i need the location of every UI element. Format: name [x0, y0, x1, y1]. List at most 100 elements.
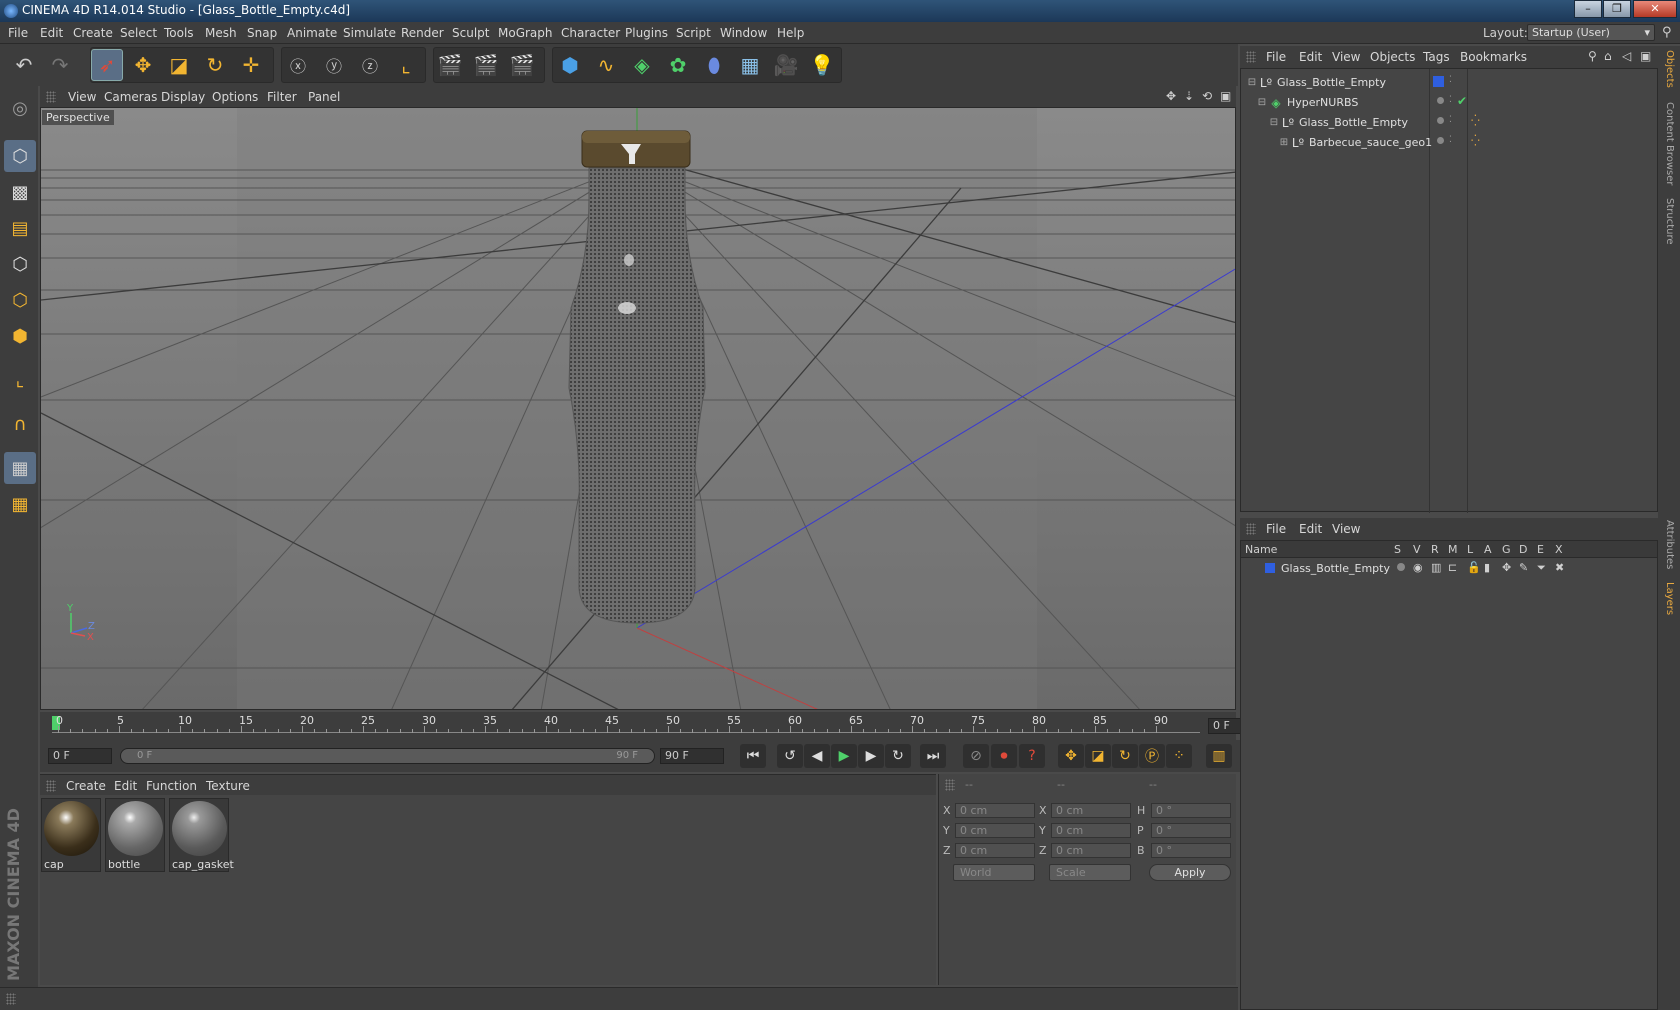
back-icon[interactable]: ◁ [1622, 49, 1631, 63]
nurbs-button[interactable]: ◈ [626, 49, 658, 81]
material-swatch[interactable]: bottle [105, 798, 165, 872]
deformer-button[interactable]: ⬮ [698, 49, 730, 81]
key-scale-button[interactable]: ◪ [1085, 744, 1111, 768]
xref-icon[interactable]: ✖ [1555, 561, 1564, 574]
menu-script[interactable]: Script [676, 26, 711, 40]
object-row[interactable]: ⊞ Lº Barbecue_sauce_geo1 ⁚ ⁛ [1241, 133, 1657, 153]
objects-menu-view[interactable]: View [1332, 50, 1360, 64]
key-rotation-button[interactable]: ↻ [1112, 744, 1138, 768]
menu-render[interactable]: Render [401, 26, 444, 40]
axis-mode-button[interactable]: ⌞ [4, 364, 36, 396]
menu-help[interactable]: Help [777, 26, 804, 40]
solo-toggle-icon[interactable] [1397, 563, 1405, 571]
recent-tool-button[interactable]: ✛ [235, 49, 267, 81]
end-frame-field[interactable]: 90 F [660, 748, 724, 764]
viewport-menu-options[interactable]: Options [212, 90, 258, 104]
play-button[interactable]: ▶ [831, 744, 857, 768]
tab-content-browser[interactable]: Content Browser [1664, 102, 1675, 185]
viewport-rotate-icon[interactable]: ⟲ [1202, 89, 1212, 103]
layer-dot-icon[interactable] [1437, 117, 1444, 124]
viewport-menu-cameras[interactable]: Cameras [104, 90, 157, 104]
new-window-icon[interactable]: ▣ [1640, 49, 1651, 63]
objects-menu-edit[interactable]: Edit [1299, 50, 1322, 64]
menu-animate[interactable]: Animate [287, 26, 337, 40]
material-menu-texture[interactable]: Texture [206, 779, 250, 793]
lock-icon[interactable]: 🔓 [1467, 561, 1481, 574]
size-x-field[interactable]: 0 cm [1051, 803, 1131, 818]
close-button[interactable]: ✕ [1633, 0, 1677, 18]
column-render[interactable]: R [1431, 543, 1439, 556]
rot-b-field[interactable]: 0 ° [1151, 843, 1231, 858]
object-row[interactable]: ⊟ Lº Glass_Bottle_Empty ⁚ [1241, 73, 1657, 93]
redo-button[interactable]: ↷ [44, 49, 76, 81]
panel-grip-icon[interactable] [46, 780, 56, 792]
coordinate-mode-dropdown[interactable]: Scale [1049, 864, 1131, 881]
restore-button[interactable]: ❐ [1603, 0, 1631, 18]
visibility-dots-icon[interactable]: ⁚ [1449, 95, 1452, 105]
visibility-dots-icon[interactable]: ⁚ [1449, 75, 1452, 85]
minimize-button[interactable]: – [1574, 0, 1602, 18]
glass-bottle-mesh[interactable] [568, 167, 706, 624]
layer-color-swatch[interactable] [1265, 563, 1275, 573]
coordinate-space-dropdown[interactable]: World [953, 864, 1035, 881]
layers-menu-edit[interactable]: Edit [1299, 522, 1322, 536]
menu-tools[interactable]: Tools [164, 26, 194, 40]
key-parameter-button[interactable]: Ⓟ [1139, 744, 1165, 768]
layout-dropdown[interactable]: Startup (User) ▾ [1527, 24, 1655, 41]
next-key-button[interactable]: ↻ [885, 744, 911, 768]
viewport-maximize-icon[interactable]: ▣ [1220, 89, 1231, 103]
go-to-end-button[interactable]: ⏭ [920, 744, 946, 768]
deformer-icon[interactable]: ✎ [1519, 561, 1528, 574]
menu-create[interactable]: Create [73, 26, 113, 40]
y-axis-button[interactable]: ⓨ [318, 49, 350, 81]
object-row[interactable]: ⊟ Lº Glass_Bottle_Empty ⁚ ⁛ [1241, 113, 1657, 133]
column-manager[interactable]: M [1448, 543, 1458, 556]
rotate-tool-button[interactable]: ↻ [199, 49, 231, 81]
menu-simulate[interactable]: Simulate [343, 26, 396, 40]
layers-menu-file[interactable]: File [1266, 522, 1286, 536]
object-row[interactable]: ⊟ ◈ HyperNURBS ⁚ ✔ [1241, 93, 1657, 113]
key-pla-button[interactable]: ⁘ [1166, 744, 1192, 768]
panel-grip-icon[interactable] [46, 91, 56, 103]
search-icon[interactable]: ⚲ [1662, 25, 1672, 40]
camera-button[interactable]: 🎥 [770, 49, 802, 81]
menu-snap[interactable]: Snap [247, 26, 277, 40]
menu-window[interactable]: Window [720, 26, 767, 40]
menu-mesh[interactable]: Mesh [205, 26, 237, 40]
record-button[interactable]: ⏺ [991, 744, 1017, 768]
render-icon[interactable]: ▥ [1431, 561, 1441, 574]
array-button[interactable]: ✿ [662, 49, 694, 81]
generator-icon[interactable]: ✥ [1502, 561, 1511, 574]
enabled-check-icon[interactable]: ✔ [1457, 94, 1467, 108]
spline-button[interactable]: ∿ [590, 49, 622, 81]
material-menu-edit[interactable]: Edit [114, 779, 137, 793]
pos-z-field[interactable]: 0 cm [955, 843, 1035, 858]
menu-character[interactable]: Character [561, 26, 620, 40]
objects-menu-objects[interactable]: Objects [1370, 50, 1415, 64]
render-picture-viewer-button[interactable]: 🎬 [470, 49, 502, 81]
panel-grip-icon[interactable] [1246, 523, 1256, 535]
lock-workplane-button[interactable]: ▦ [4, 452, 36, 484]
scale-tool-button[interactable]: ◪ [163, 49, 195, 81]
size-z-field[interactable]: 0 cm [1051, 843, 1131, 858]
column-generators[interactable]: G [1502, 543, 1511, 556]
move-tool-button[interactable]: ✥ [127, 49, 159, 81]
z-axis-button[interactable]: ⓩ [354, 49, 386, 81]
animation-icon[interactable]: ▮ [1484, 561, 1490, 574]
tab-structure[interactable]: Structure [1664, 198, 1675, 245]
render-settings-button[interactable]: 🎬 [506, 49, 538, 81]
apply-button[interactable]: Apply [1149, 864, 1231, 881]
layer-row[interactable]: Glass_Bottle_Empty ◉ ▥ ⊏ 🔓 ▮ ✥ ✎ ⏷ ✖ [1241, 559, 1657, 577]
planar-workplane-button[interactable]: ▦ [4, 488, 36, 520]
previous-frame-button[interactable]: ◀ [804, 744, 830, 768]
visibility-dots-icon[interactable]: ⁚ [1449, 135, 1452, 145]
objects-menu-file[interactable]: File [1266, 50, 1286, 64]
undo-button[interactable]: ↶ [8, 49, 40, 81]
cube-object-button[interactable]: ⬢ [554, 49, 586, 81]
points-mode-button[interactable]: ⬡ [4, 248, 36, 280]
record-disabled-button[interactable]: ⊘ [963, 744, 989, 768]
expression-icon[interactable]: ⏷ [1537, 561, 1546, 575]
workplane-button[interactable]: ▤ [4, 212, 36, 244]
viewport-menu-display[interactable]: Display [161, 90, 205, 104]
expand-plus-icon[interactable]: ⊞ [1277, 136, 1291, 150]
